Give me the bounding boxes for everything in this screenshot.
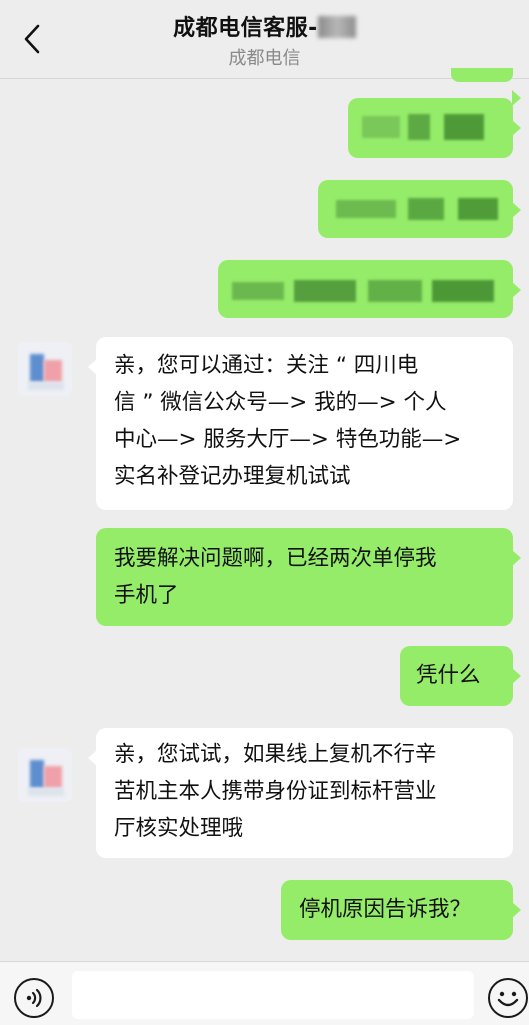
message-bubble-redacted-2 (348, 98, 521, 158)
message-line: 停机原因告诉我？ (299, 897, 472, 922)
input-bar (0, 961, 529, 1025)
message-line: 手机了 (114, 583, 179, 608)
chat-title: 成都电信客服- (0, 10, 529, 42)
message-bubble-received: 亲，您试试，如果线上复机不行辛 苦机主本人携带身份证到标杆营业 厅核实处理哦 (88, 728, 513, 858)
redacted-block (362, 116, 400, 138)
message-bubble-received: 亲，您可以通过：关注 “ 四川电 信 ” 微信公众号—> 我的—> 个人 中心—… (88, 337, 513, 510)
message-bubble-sent: 凭什么 (400, 646, 521, 706)
message-line: 苦机主本人携带身份证到标杆营业 (114, 779, 437, 804)
message-input[interactable] (72, 971, 474, 1019)
message-bubble-sent: 我要解决问题啊，已经两次单停我 手机了 (96, 528, 521, 626)
redacted-block (368, 280, 422, 302)
redacted-block (408, 198, 444, 220)
message-line: 亲，您可以通过：关注 “ 四川电 (114, 353, 419, 378)
message-line: 凭什么 (416, 663, 481, 688)
emoji-button[interactable] (488, 978, 528, 1018)
message-bubble-redacted-3 (318, 180, 521, 238)
message-bubble-sent: 停机原因告诉我？ (281, 880, 521, 940)
redacted-block (408, 114, 430, 140)
redacted-block (432, 280, 494, 302)
message-line: 厅核实处理哦 (114, 816, 244, 841)
redacted-block (232, 282, 284, 300)
redacted-block (458, 198, 498, 220)
message-line: 我要解决问题啊，已经两次单停我 (114, 546, 437, 571)
redacted-block (294, 280, 356, 302)
message-line: 实名补登记办理复机试试 (114, 464, 351, 489)
message-line: 亲，您试试，如果线上复机不行辛 (114, 742, 437, 767)
message-line: 信 ” 微信公众号—> 我的—> 个人 (114, 390, 447, 415)
message-bubble-redacted-4 (218, 260, 521, 318)
emoji-icon (497, 991, 519, 1007)
avatar[interactable] (18, 748, 72, 802)
message-bubble-redacted-1 (451, 68, 521, 106)
voice-button[interactable] (14, 978, 54, 1018)
chat-subtitle: 成都电信 (228, 48, 301, 69)
message-line: 中心—> 服务大厅—> 特色功能—> (114, 427, 462, 452)
avatar[interactable] (18, 342, 72, 396)
chat-header: 成都电信客服- 成都电信 (0, 0, 529, 79)
chat-title-text: 成都电信客服- (173, 16, 318, 41)
redacted-block (444, 114, 484, 140)
redacted-title-part (317, 16, 356, 38)
redacted-block (336, 200, 396, 218)
voice-icon (26, 988, 42, 1008)
